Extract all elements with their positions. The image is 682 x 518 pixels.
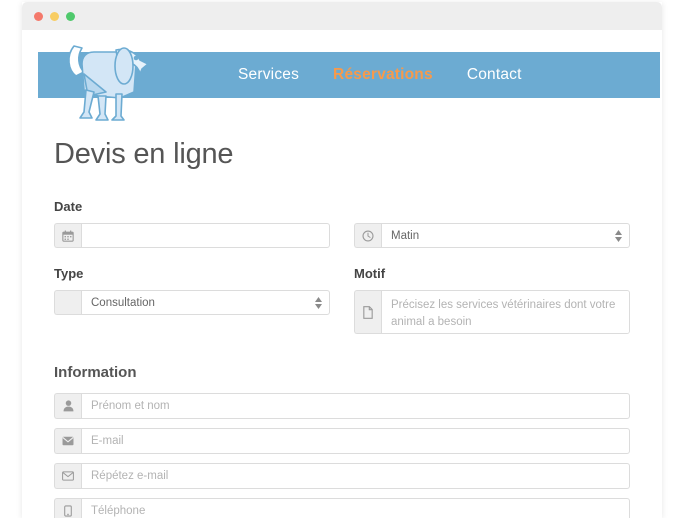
motif-label: Motif xyxy=(354,266,386,281)
phone-input-group xyxy=(54,498,630,518)
date-row: Matin xyxy=(54,223,630,248)
document-icon xyxy=(354,290,381,334)
maximize-window-button[interactable] xyxy=(66,11,75,21)
screenshot-root: Services Réservations Contact Devis en l… xyxy=(0,0,682,518)
minimize-window-button[interactable] xyxy=(50,11,59,21)
browser-window: Services Réservations Contact Devis en l… xyxy=(22,2,662,518)
time-select-group: Matin xyxy=(354,223,630,248)
information-section-title: Information xyxy=(54,364,137,381)
date-column xyxy=(54,223,330,248)
date-label: Date xyxy=(54,199,83,214)
phone-icon xyxy=(54,498,81,518)
type-label: Type xyxy=(54,266,84,281)
email-input-group xyxy=(54,428,630,454)
calendar-icon xyxy=(54,223,81,248)
name-field-row xyxy=(54,393,630,419)
time-select[interactable]: Matin xyxy=(381,223,630,248)
envelope-filled-icon xyxy=(54,428,81,454)
type-select-group: Consultation xyxy=(54,290,330,315)
envelope-outline-icon xyxy=(54,463,81,489)
user-icon xyxy=(54,393,81,419)
nav-item-services[interactable]: Services xyxy=(238,66,299,84)
name-input-group xyxy=(54,393,630,419)
browser-titlebar xyxy=(22,2,662,30)
type-column: Type Consultation xyxy=(54,266,330,334)
email-input[interactable] xyxy=(81,428,630,454)
email-repeat-field-row xyxy=(54,463,630,489)
motif-textarea[interactable] xyxy=(381,290,630,334)
page-title: Devis en ligne xyxy=(54,138,234,170)
dog-logo-icon[interactable] xyxy=(54,34,162,130)
time-column: Matin xyxy=(354,223,630,248)
phone-field-row xyxy=(54,498,630,518)
date-input[interactable] xyxy=(81,223,330,248)
nav-item-reservations[interactable]: Réservations xyxy=(333,66,433,84)
email-repeat-input[interactable] xyxy=(81,463,630,489)
page-body: Services Réservations Contact Devis en l… xyxy=(22,30,662,518)
close-window-button[interactable] xyxy=(34,11,43,21)
email-field-row xyxy=(54,428,630,454)
clock-icon xyxy=(354,223,381,248)
type-motif-row: Type Consultation Motif Précisez les ser… xyxy=(54,266,630,334)
email-repeat-input-group xyxy=(54,463,630,489)
type-addon-blank xyxy=(54,290,81,315)
date-input-group xyxy=(54,223,330,248)
type-select-wrapper: Consultation xyxy=(81,290,330,315)
motif-input-group xyxy=(354,290,630,334)
time-select-wrapper: Matin xyxy=(381,223,630,248)
page-content: Devis en ligne Date Matin Type Consultat… xyxy=(22,110,662,518)
nav-item-contact[interactable]: Contact xyxy=(467,66,522,84)
name-input[interactable] xyxy=(81,393,630,419)
phone-input[interactable] xyxy=(81,498,630,518)
motif-column: Motif xyxy=(354,266,630,334)
type-select[interactable]: Consultation xyxy=(81,290,330,315)
